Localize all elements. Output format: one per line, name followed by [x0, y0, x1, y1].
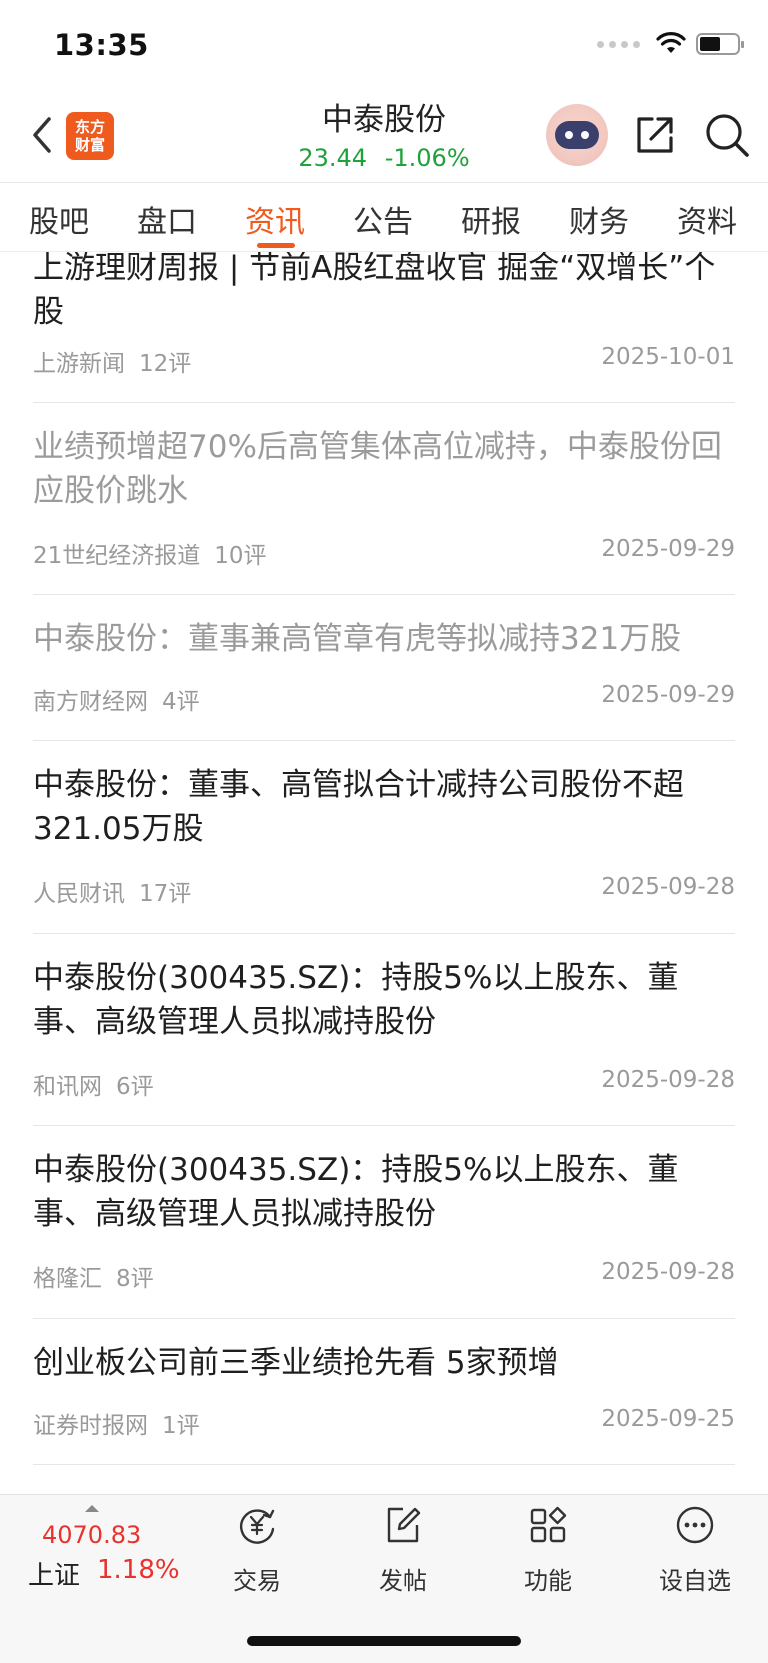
comment-count: 4评	[162, 689, 200, 715]
active-tab-indicator	[257, 243, 295, 248]
trade-button[interactable]: 交易	[202, 1505, 312, 1595]
news-date: 2025-09-28	[601, 1259, 735, 1285]
tab-pankou[interactable]: 盘口	[137, 197, 197, 241]
tab-research[interactable]: 研报	[461, 197, 521, 241]
news-title: 中泰股份：董事兼高管章有虎等拟减持321万股	[33, 621, 682, 657]
news-meta: 和讯网 6评	[33, 1067, 154, 1101]
news-title: 中泰股份(300435.SZ)：持股5%以上股东、董事、高级管理人员拟减持股份	[33, 960, 679, 1040]
news-source: 证券时报网	[33, 1413, 148, 1439]
search-button[interactable]	[702, 110, 752, 160]
news-title: 中泰股份：董事、高管拟合计减持公司股份不超321.05万股	[33, 767, 684, 847]
add-watchlist-label: 设自选	[659, 1567, 731, 1595]
index-value: 4070.83	[42, 1521, 142, 1549]
news-meta: 格隆汇 8评	[33, 1259, 154, 1293]
edit-post-icon	[387, 1507, 421, 1543]
grid-apps-icon	[530, 1506, 567, 1543]
index-change: 1.18%	[97, 1555, 180, 1585]
news-item[interactable]: 上游理财周报 | 节前A股红盘收官 掘金“双增长”个股 上游新闻 12评 2025…	[33, 252, 735, 403]
stock-price: 23.44	[298, 144, 368, 172]
functions-button[interactable]: 功能	[493, 1505, 603, 1595]
content-tabs: 股吧 盘口 资讯 公告 研报 财务 资料	[0, 182, 768, 252]
news-list: 上游理财周报 | 节前A股红盘收官 掘金“双增长”个股 上游新闻 12评 2025…	[0, 252, 768, 1492]
post-button[interactable]: 发帖	[348, 1505, 458, 1595]
news-item[interactable]: 中泰股份：董事兼高管章有虎等拟减持321万股 南方财经网 4评 2025-09-2…	[33, 595, 735, 741]
stock-header: 东方 财富 中泰股份 23.44 -1.06%	[0, 92, 768, 182]
news-item[interactable]: 创业板公司前三季业绩抢先看 5家预增 证券时报网 1评 2025-09-25	[33, 1319, 735, 1465]
news-meta: 21世纪经济报道 10评	[33, 536, 267, 570]
news-title: 创业板公司前三季业绩抢先看 5家预增	[33, 1345, 559, 1381]
comment-count: 12评	[139, 351, 192, 377]
news-title: 业绩预增超70%后高管集体高位减持，中泰股份回应股价跳水	[33, 429, 722, 509]
home-indicator	[247, 1636, 521, 1646]
news-source: 南方财经网	[33, 689, 148, 715]
news-date: 2025-09-25	[601, 1406, 735, 1432]
status-bar: 13:35	[0, 0, 768, 92]
app-screen: 13:35 东方 财富 中泰股份 23.44 -1.06% 股吧 盘口 资讯 公…	[0, 0, 768, 1663]
post-label: 发帖	[379, 1567, 427, 1595]
news-meta: 证券时报网 1评	[33, 1406, 200, 1440]
tab-finance[interactable]: 财务	[569, 197, 629, 241]
news-item[interactable]: 业绩预增超70%后高管集体高位减持，中泰股份回应股价跳水 21世纪经济报道 10评…	[33, 403, 735, 595]
comment-count: 17评	[139, 881, 192, 907]
tab-news[interactable]: 资讯	[245, 197, 305, 241]
news-source: 上游新闻	[33, 351, 125, 377]
news-date: 2025-09-28	[601, 1067, 735, 1093]
comment-count: 8评	[116, 1266, 154, 1292]
news-date: 2025-10-01	[601, 344, 735, 370]
cellular-signal-icon	[597, 40, 640, 48]
news-source: 21世纪经济报道	[33, 543, 201, 569]
news-source: 人民财讯	[33, 881, 125, 907]
news-meta: 上游新闻 12评	[33, 344, 191, 378]
news-item[interactable]: 中泰股份：董事、高管拟合计减持公司股份不超321.05万股 人民财讯 17评 20…	[33, 741, 735, 934]
yuan-exchange-icon	[240, 1509, 275, 1544]
news-item[interactable]: 中泰股份(300435.SZ)：持股5%以上股东、董事、高级管理人员拟减持股份 …	[33, 1126, 735, 1319]
news-date: 2025-09-29	[601, 536, 735, 562]
comment-count: 1评	[162, 1413, 200, 1439]
news-item[interactable]: 中泰股份(300435.SZ)：持股5%以上股东、董事、高级管理人员拟减持股份 …	[33, 934, 735, 1126]
tab-profile[interactable]: 资料	[677, 197, 737, 241]
news-meta: 人民财讯 17评	[33, 874, 191, 908]
share-icon	[637, 117, 673, 153]
tab-announcements[interactable]: 公告	[353, 197, 413, 241]
add-watchlist-button[interactable]: 设自选	[640, 1505, 750, 1595]
functions-label: 功能	[524, 1567, 572, 1595]
news-source: 格隆汇	[33, 1266, 102, 1292]
comment-count: 6评	[116, 1074, 154, 1100]
more-circle-icon	[676, 1506, 714, 1544]
trade-label: 交易	[233, 1567, 281, 1595]
news-meta: 南方财经网 4评	[33, 682, 200, 716]
ai-assistant-avatar[interactable]	[546, 104, 608, 166]
comment-count: 10评	[214, 543, 267, 569]
news-title: 上游理财周报 | 节前A股红盘收官 掘金“双增长”个股	[33, 252, 716, 330]
news-source: 和讯网	[33, 1074, 102, 1100]
robot-icon	[555, 121, 599, 149]
wifi-icon	[656, 32, 686, 53]
share-button[interactable]	[630, 110, 680, 160]
stock-change: -1.06%	[384, 144, 470, 172]
news-title: 中泰股份(300435.SZ)：持股5%以上股东、董事、高级管理人员拟减持股份	[33, 1152, 679, 1232]
tab-guba[interactable]: 股吧	[29, 197, 89, 241]
news-date: 2025-09-28	[601, 874, 735, 900]
search-icon	[706, 114, 749, 157]
index-name: 上证	[28, 1561, 81, 1591]
battery-icon	[696, 33, 744, 55]
status-time: 13:35	[54, 28, 149, 62]
status-icons	[597, 32, 744, 56]
news-date: 2025-09-29	[601, 682, 735, 708]
expand-up-icon	[85, 1505, 99, 1512]
